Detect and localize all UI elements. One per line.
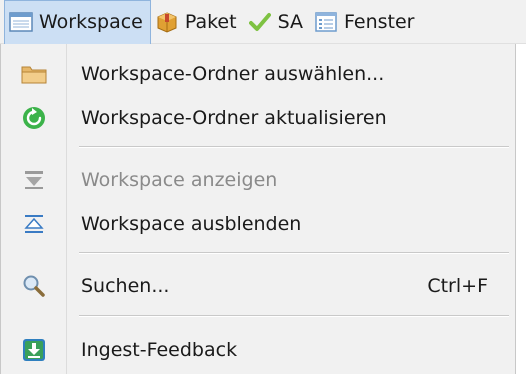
menu-item-refresh-workspace-folder[interactable]: Workspace-Ordner aktualisieren xyxy=(1,96,516,140)
menu-fenster[interactable]: Fenster xyxy=(310,0,421,44)
expand-icon xyxy=(1,169,67,191)
ingest-download-icon xyxy=(1,338,67,362)
workspace-dropdown-menu: Workspace-Ordner auswählen... Workspace-… xyxy=(0,44,516,374)
menu-item-search[interactable]: Suchen... Ctrl+F xyxy=(1,264,516,308)
menu-item-select-workspace-folder[interactable]: Workspace-Ordner auswählen... xyxy=(1,52,516,96)
menu-item-label: Workspace-Ordner aktualisieren xyxy=(81,107,387,129)
package-box-icon xyxy=(155,10,179,34)
menu-separator xyxy=(79,146,509,148)
collapse-icon xyxy=(1,213,67,235)
menu-workspace[interactable]: Workspace xyxy=(4,0,151,44)
menu-separator xyxy=(79,315,509,317)
menu-sa-label: SA xyxy=(277,10,303,33)
menu-item-label: Suchen... xyxy=(81,275,170,297)
menu-paket-label: Paket xyxy=(184,10,237,33)
menu-separator xyxy=(79,252,509,254)
menu-paket[interactable]: Paket xyxy=(151,0,244,44)
menu-item-label: Workspace anzeigen xyxy=(81,169,278,191)
menubar: Workspace Paket SA Fenster xyxy=(0,0,526,44)
magnifier-icon xyxy=(1,274,67,298)
shortcut-label: Ctrl+F xyxy=(427,275,488,297)
menu-item-hide-workspace[interactable]: Workspace ausblenden xyxy=(1,202,516,246)
menu-item-show-workspace: Workspace anzeigen xyxy=(1,158,516,202)
menu-sa[interactable]: SA xyxy=(244,0,310,44)
refresh-icon xyxy=(1,106,67,130)
menu-item-ingest-feedback[interactable]: Ingest-Feedback xyxy=(1,328,516,372)
menu-workspace-label: Workspace xyxy=(39,11,143,33)
workspace-window-icon xyxy=(9,10,33,34)
window-list-icon xyxy=(314,10,338,34)
menu-fenster-label: Fenster xyxy=(344,10,415,33)
checkmark-icon xyxy=(248,10,272,34)
menu-item-label: Ingest-Feedback xyxy=(81,339,238,361)
menu-item-label: Workspace-Ordner auswählen... xyxy=(81,63,385,85)
folder-icon xyxy=(1,63,67,85)
application-window: Workspace Paket SA Fenster Workspace-Ord… xyxy=(0,0,526,374)
menu-item-label: Workspace ausblenden xyxy=(81,213,302,235)
